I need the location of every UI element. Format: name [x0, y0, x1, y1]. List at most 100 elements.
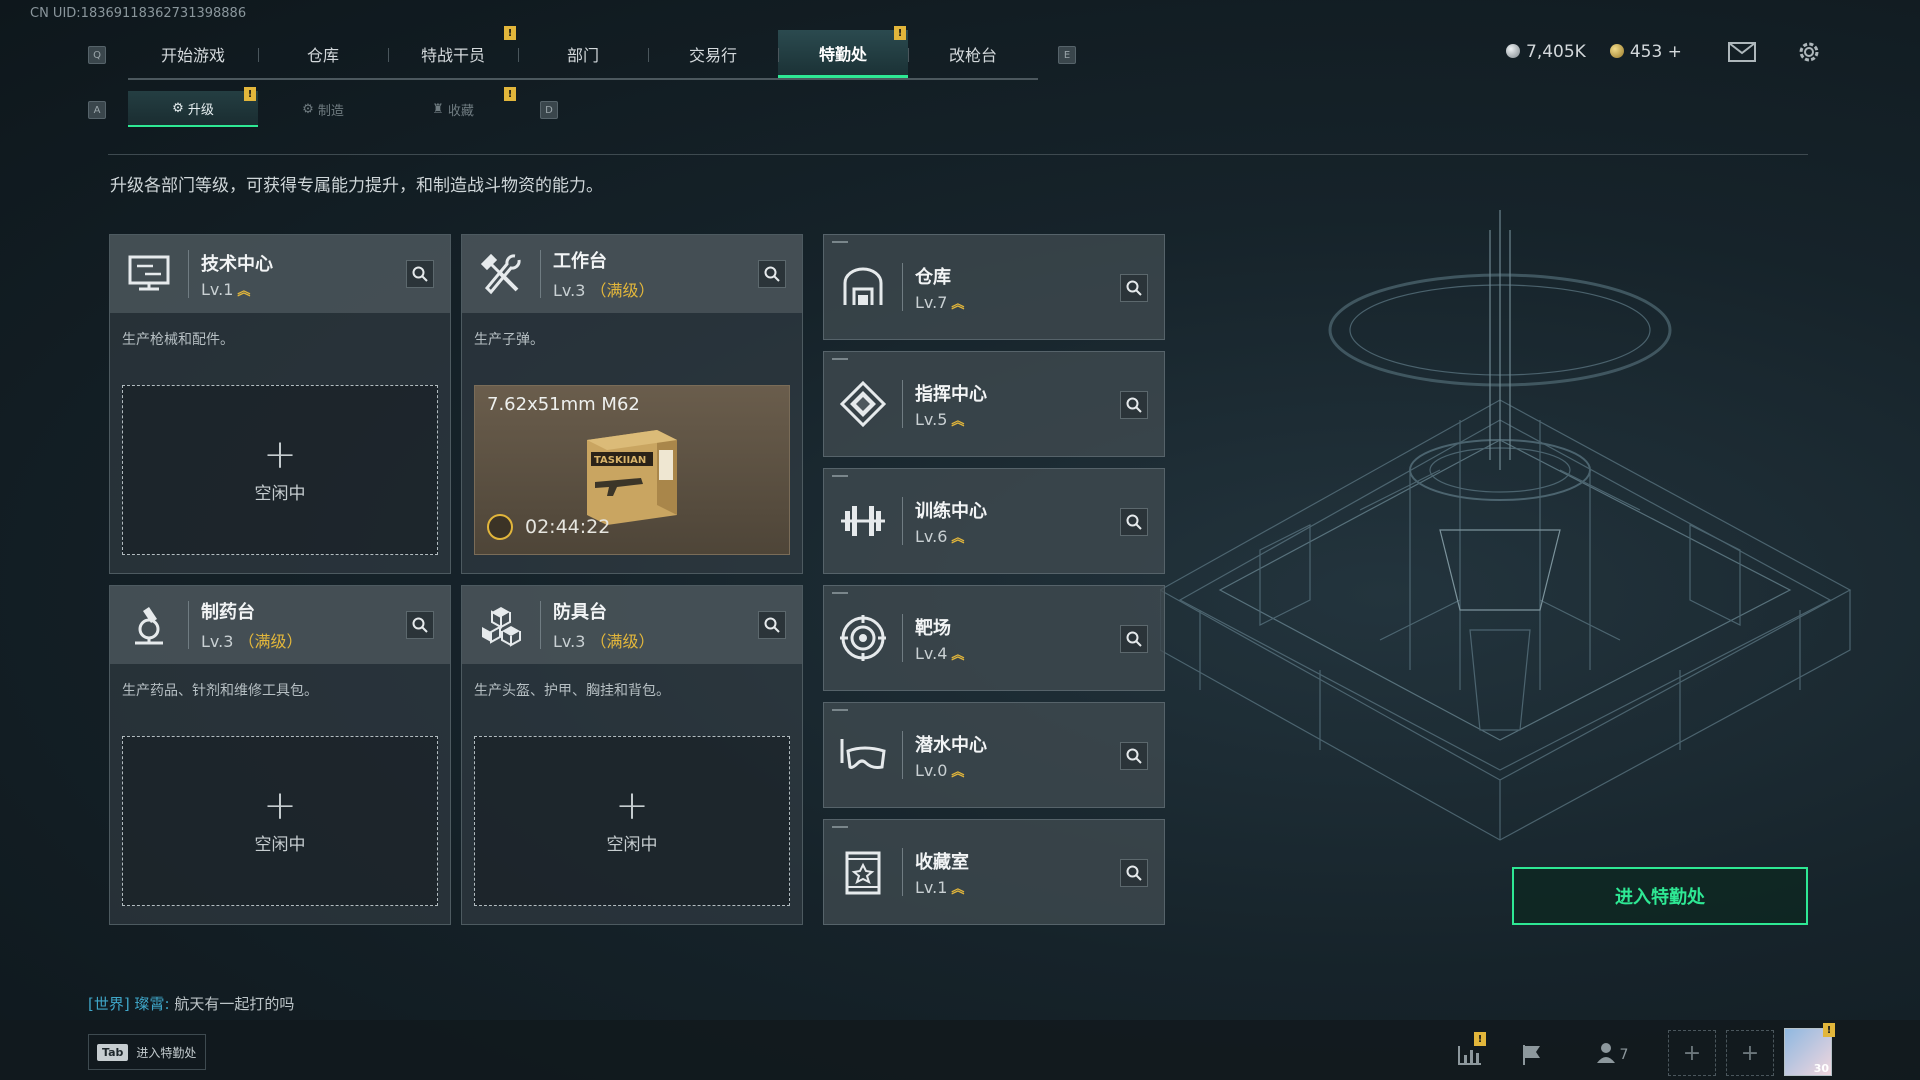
sub-nav-tabs: ⚙ 升级 ! ⚙ 制造 ♜ 收藏 ! — [128, 87, 518, 127]
max-level-tag: （满级） — [590, 281, 655, 300]
party-slot-1[interactable]: + — [1668, 1030, 1716, 1076]
produced-item-name: 7.62x51mm M62 — [487, 394, 640, 415]
settings-gear-icon[interactable] — [1796, 39, 1822, 69]
search-button[interactable] — [1120, 625, 1148, 653]
page-description: 升级各部门等级，可获得专属能力提升，和制造战斗物资的能力。 — [110, 176, 603, 196]
microscope-icon — [110, 586, 188, 664]
collection-trophy-icon: ♜ — [432, 101, 444, 117]
search-button[interactable] — [1120, 508, 1148, 536]
workbench-card[interactable]: 工作台 Lv.3 （满级） 生产子弹。 7.62x51mm M62 TASKII… — [461, 234, 803, 574]
search-icon — [1126, 631, 1142, 647]
mail-icon[interactable] — [1728, 42, 1756, 66]
slot-status: 空闲中 — [254, 834, 306, 855]
facility-diving-center-card[interactable]: 潜水中心 Lv.0 ︽ — [823, 702, 1165, 808]
tab-market[interactable]: 交易行 — [648, 30, 778, 78]
tab-warehouse[interactable]: 仓库 — [258, 30, 388, 78]
card-level: Lv.7 — [915, 292, 948, 312]
tab-gunsmith[interactable]: 改枪台 — [908, 30, 1038, 78]
monitor-icon — [110, 235, 188, 313]
facility-warehouse-card[interactable]: 仓库 Lv.7 ︽ — [823, 234, 1165, 340]
card-level: Lv.1 — [201, 279, 234, 299]
plus-icon: + — [263, 431, 297, 478]
plus-icon: + — [615, 782, 649, 829]
tab-start-game[interactable]: 开始游戏 — [128, 30, 258, 78]
card-description: 生产枪械和配件。 — [122, 332, 234, 348]
gold-coin-icon — [1609, 44, 1624, 58]
avatar-level: 30 — [1813, 1062, 1829, 1075]
search-button[interactable] — [406, 611, 434, 639]
card-title: 指挥中心 — [915, 383, 987, 405]
card-level: Lv.4 — [915, 643, 948, 663]
diving-mask-icon — [824, 702, 902, 808]
max-level-tag: （满级） — [590, 632, 655, 651]
search-icon — [764, 266, 780, 282]
search-icon — [412, 617, 428, 633]
card-title: 潜水中心 — [915, 734, 987, 756]
armor-bench-card[interactable]: 防具台 Lv.3 （满级） 生产头盔、护甲、胸挂和背包。 + 空闲中 — [461, 585, 803, 925]
friends-button[interactable]: 7 — [1588, 1040, 1636, 1070]
search-icon — [1126, 280, 1142, 296]
tab-department[interactable]: 部门 — [518, 30, 648, 78]
idle-slot[interactable]: + 空闲中 — [122, 736, 438, 906]
search-icon — [1126, 865, 1142, 881]
cubes-icon — [462, 586, 540, 664]
subnav-next-key-hint: D — [540, 101, 558, 119]
card-level: Lv.3 — [201, 632, 234, 651]
search-icon — [1126, 748, 1142, 764]
search-button[interactable] — [1120, 859, 1148, 887]
idle-slot[interactable]: + 空闲中 — [474, 736, 790, 906]
search-button[interactable] — [1120, 274, 1148, 302]
facility-shooting-range-card[interactable]: 靶场 Lv.4 ︽ — [823, 585, 1165, 691]
party-slot-2[interactable]: + — [1726, 1030, 1774, 1076]
upgrade-chevron-icon: ︽ — [951, 413, 965, 429]
facility-training-center-card[interactable]: 训练中心 Lv.6 ︽ — [823, 468, 1165, 574]
chat-sender: 璨霄: — [134, 995, 170, 1013]
search-icon — [1126, 397, 1142, 413]
avatar-alert-badge: ! — [1823, 1023, 1835, 1037]
slot-status: 空闲中 — [606, 834, 658, 855]
plus-icon: + — [263, 782, 297, 829]
gold-currency[interactable]: 453 + — [1609, 42, 1682, 62]
tab-key-hint[interactable]: Tab 进入特勤处 — [88, 1034, 206, 1070]
idle-slot[interactable]: + 空闲中 — [122, 385, 438, 555]
player-avatar[interactable]: ! 30 — [1784, 1023, 1835, 1076]
subtab-collection[interactable]: ♜ 收藏 ! — [388, 87, 518, 127]
facility-command-center-card[interactable]: 指挥中心 Lv.5 ︽ — [823, 351, 1165, 457]
production-slot[interactable]: 7.62x51mm M62 TASKIIAN 02:44:22 — [474, 385, 790, 555]
production-timer: 02:44:22 — [525, 516, 611, 538]
subtab-craft[interactable]: ⚙ 制造 — [258, 91, 388, 127]
card-level: Lv.0 — [915, 760, 948, 780]
tab-hint-label: 进入特勤处 — [136, 1045, 197, 1060]
pharmacy-card[interactable]: 制药台 Lv.3 （满级） 生产药品、针剂和维修工具包。 + 空闲中 — [109, 585, 451, 925]
enter-special-ops-button[interactable]: 进入特勤处 — [1512, 867, 1808, 925]
silver-currency: 7,405K — [1506, 42, 1586, 62]
search-icon — [1126, 514, 1142, 530]
upgrade-gear-icon: ⚙ — [172, 100, 184, 116]
search-button[interactable] — [406, 260, 434, 288]
dumbbell-icon — [824, 468, 902, 574]
world-chat-line[interactable]: [世界] 璨霄: 航天有一起打的吗 — [88, 993, 294, 1014]
flag-icon[interactable] — [1514, 1040, 1550, 1070]
stats-chart-icon[interactable]: ! — [1452, 1032, 1488, 1070]
upgrade-chevron-icon: ︽ — [951, 647, 965, 663]
subtab-upgrade[interactable]: ⚙ 升级 ! — [128, 87, 258, 127]
special-ops-alert-badge: ! — [894, 26, 906, 40]
divider-line — [108, 154, 1808, 155]
facility-collection-room-card[interactable]: 收藏室 Lv.1 ︽ — [823, 819, 1165, 925]
tech-center-card[interactable]: 技术中心 Lv.1 ︽ 生产枪械和配件。 + 空闲中 — [109, 234, 451, 574]
silver-coin-icon — [1506, 44, 1520, 58]
search-icon — [412, 266, 428, 282]
search-button[interactable] — [758, 260, 786, 288]
tab-special-ops[interactable]: 特勤处 ! — [778, 26, 908, 78]
tab-operators[interactable]: 特战干员 ! — [388, 26, 518, 78]
plus-icon: + — [1740, 1040, 1760, 1066]
card-description: 生产头盔、护甲、胸挂和背包。 — [474, 683, 670, 699]
card-description: 生产药品、针剂和维修工具包。 — [122, 683, 318, 699]
chat-channel: [世界] — [88, 995, 130, 1013]
card-title: 工作台 — [553, 251, 607, 272]
card-level: Lv.5 — [915, 409, 948, 429]
slot-status: 空闲中 — [254, 483, 306, 504]
search-button[interactable] — [1120, 742, 1148, 770]
search-button[interactable] — [758, 611, 786, 639]
search-button[interactable] — [1120, 391, 1148, 419]
